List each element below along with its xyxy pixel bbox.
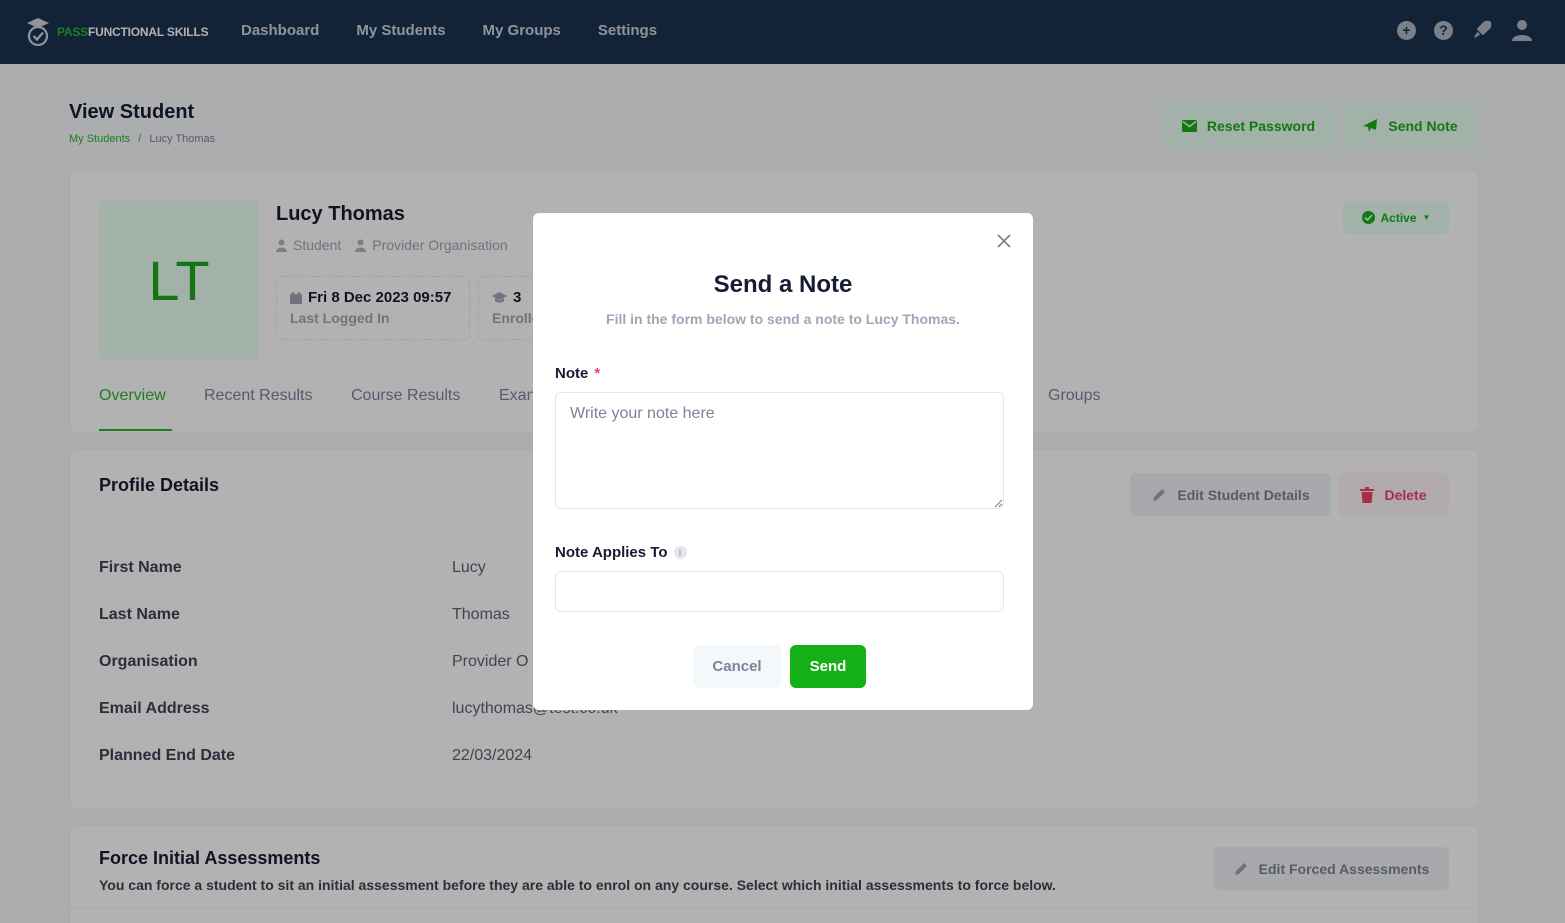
note-textarea[interactable] bbox=[555, 392, 1004, 509]
note-applies-to-label: Note Applies To i bbox=[555, 544, 687, 561]
note-label: Note * bbox=[555, 365, 601, 382]
modal-title: Send a Note bbox=[713, 271, 853, 298]
required-marker: * bbox=[594, 365, 601, 382]
cancel-button[interactable]: Cancel bbox=[693, 645, 781, 688]
info-icon[interactable]: i bbox=[673, 546, 687, 559]
close-icon[interactable] bbox=[995, 232, 1013, 250]
modal-subtitle: Fill in the form below to send a note to… bbox=[606, 311, 960, 327]
note-applies-to-select[interactable] bbox=[555, 571, 1004, 612]
send-note-modal: Send a Note Fill in the form below to se… bbox=[533, 213, 1033, 710]
send-button[interactable]: Send bbox=[790, 645, 866, 688]
